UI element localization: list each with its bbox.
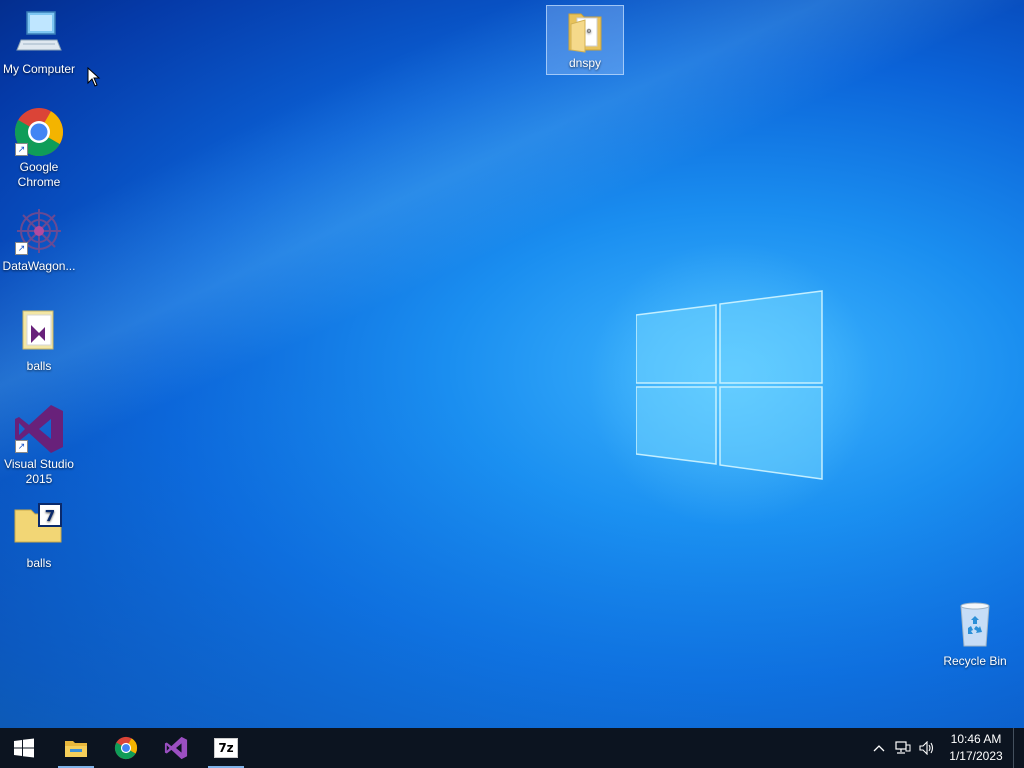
desktop-icon-datawagon[interactable]: ↗ DataWagon... <box>0 205 78 274</box>
mouse-cursor-icon <box>87 66 101 92</box>
network-icon[interactable] <box>891 728 915 768</box>
shortcut-arrow-icon: ↗ <box>15 143 28 156</box>
desktop-icon-balls-solution[interactable]: balls <box>0 305 78 374</box>
datawagon-icon: ↗ <box>13 205 65 257</box>
vs-solution-file-icon <box>13 305 65 357</box>
computer-icon <box>13 8 65 60</box>
clock-time: 10:46 AM <box>950 732 1002 746</box>
desktop-icon-label: Google Chrome <box>17 160 61 189</box>
taskbar-visual-studio[interactable] <box>152 728 200 768</box>
visual-studio-icon: ↗ <box>13 403 65 455</box>
desktop-icon-label: balls <box>26 556 52 570</box>
taskbar-file-explorer[interactable] <box>52 728 100 768</box>
taskbar-chrome[interactable] <box>102 728 150 768</box>
clock[interactable]: 10:46 AM 1/17/2023 <box>939 731 1013 765</box>
desktop-icon-balls-archive[interactable]: 7 balls <box>0 502 78 571</box>
7zip-icon: 7z <box>214 738 238 758</box>
taskbar-7zip[interactable]: 7z <box>202 728 250 768</box>
desktop-icon-label: DataWagon... <box>2 259 76 273</box>
desktop-icon-my-computer[interactable]: My Computer <box>0 8 78 77</box>
shortcut-arrow-icon: ↗ <box>15 440 28 453</box>
show-hidden-icons-chevron-icon[interactable] <box>867 728 891 768</box>
desktop-icon-label: My Computer <box>2 62 76 76</box>
folder-icon: ⚙ <box>559 10 611 54</box>
volume-icon[interactable] <box>915 728 939 768</box>
start-button[interactable] <box>0 728 48 768</box>
desktop-icon-dnspy-folder[interactable]: ⚙ dnspy <box>546 5 624 75</box>
desktop-icon-visual-studio-2015[interactable]: ↗ Visual Studio 2015 <box>0 403 78 487</box>
wallpaper-windows-logo <box>576 229 886 539</box>
svg-text:7: 7 <box>45 507 55 525</box>
desktop-icon-label: balls <box>26 359 52 373</box>
desktop-icon-label: Recycle Bin <box>943 654 1007 668</box>
svg-text:⚙: ⚙ <box>586 28 591 35</box>
desktop-icon-google-chrome[interactable]: ↗ Google Chrome <box>0 106 78 190</box>
recycle-bin-icon <box>949 600 1001 652</box>
taskbar: 7z 10:46 AM 1/17/2023 <box>0 728 1024 768</box>
desktop-icon-label: dnspy <box>568 56 602 70</box>
chrome-icon: ↗ <box>13 106 65 158</box>
desktop-icon-label: Visual Studio 2015 <box>4 457 74 486</box>
show-desktop-button[interactable] <box>1013 728 1024 768</box>
7zip-icon-text: 7z <box>218 741 234 755</box>
desktop-icon-recycle-bin[interactable]: Recycle Bin <box>936 600 1014 669</box>
file-explorer-icon <box>65 741 87 757</box>
chrome-icon <box>114 736 138 760</box>
windows-start-icon <box>14 738 34 758</box>
7zip-archive-icon: 7 <box>13 502 65 554</box>
shortcut-arrow-icon: ↗ <box>15 242 28 255</box>
clock-date: 1/17/2023 <box>949 749 1003 763</box>
visual-studio-icon <box>164 736 188 760</box>
system-tray: 10:46 AM 1/17/2023 <box>867 728 1024 768</box>
